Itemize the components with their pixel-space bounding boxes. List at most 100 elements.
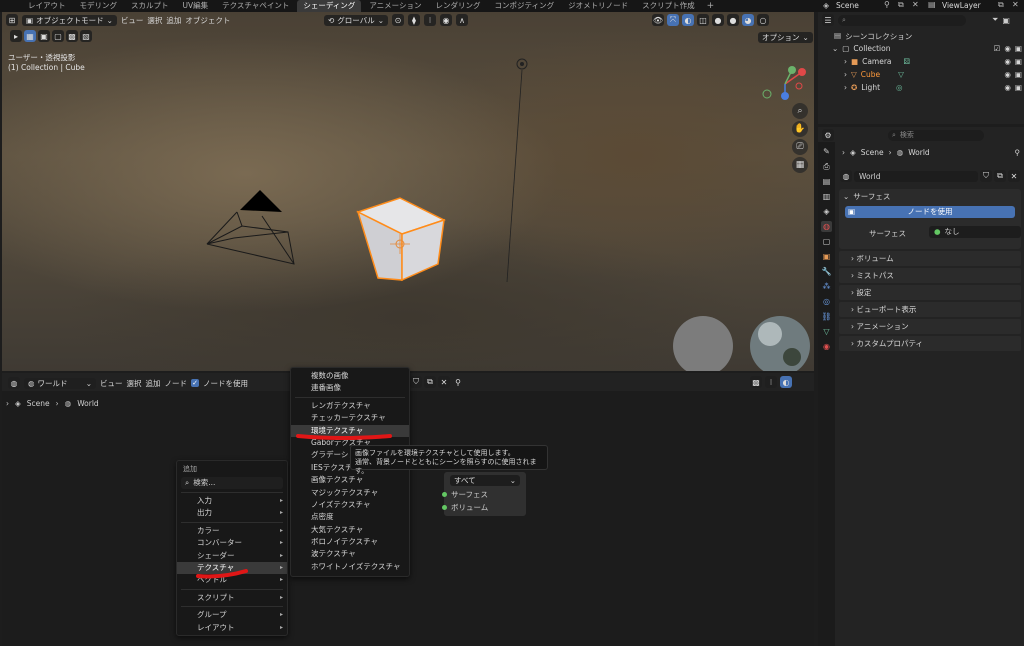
surface-shader-select[interactable]: ● なし	[929, 226, 1021, 238]
world-icon[interactable]: ◍	[840, 170, 852, 182]
outliner-collection-row[interactable]: ⌄ ▢ Collection ☑ ◉ ▣	[832, 44, 1022, 53]
world-tab-icon[interactable]: ◍	[821, 221, 832, 232]
close-icon[interactable]: ✕	[912, 0, 919, 9]
node-menu-node[interactable]: ノード	[165, 378, 188, 389]
copy-layer-icon[interactable]: ⧉	[998, 0, 1004, 10]
world-output-node[interactable]: すべて ⌄ サーフェス ボリューム	[442, 472, 526, 516]
close-layer-icon[interactable]: ✕	[1012, 0, 1019, 9]
add-menu-vector[interactable]: ベクトル ▸	[177, 574, 287, 586]
constraints-tab-icon[interactable]: ⛓	[821, 311, 832, 322]
eye-icon[interactable]: ◉	[1004, 70, 1011, 79]
eye-icon[interactable]: ◉	[1004, 44, 1011, 53]
tab-compositing[interactable]: コンポジティング	[489, 0, 561, 12]
tab-layout[interactable]: レイアウト	[22, 0, 72, 12]
output-target-select[interactable]: すべて ⌄	[450, 475, 520, 486]
tab-geometry-nodes[interactable]: ジオメトリノード	[562, 0, 634, 12]
eye-icon[interactable]: ◉	[1004, 83, 1011, 92]
outliner-item-camera[interactable]: › ■ Camera ⚄ ◉ ▣	[844, 57, 1022, 66]
close-icon[interactable]: ✕	[1008, 170, 1020, 182]
outliner-item-light[interactable]: › ✪ Light ◎ ◉ ▣	[844, 83, 1022, 92]
camera-render-icon[interactable]: ▣	[1015, 44, 1022, 53]
tool-tab-icon[interactable]: ✎	[821, 146, 832, 157]
panel-volume[interactable]: › ボリューム	[839, 251, 1021, 266]
view-layer-tab-icon[interactable]: ▥	[821, 191, 832, 202]
collection-tab-icon[interactable]: ▢	[821, 236, 832, 247]
add-menu-group[interactable]: グループ ▸	[177, 609, 287, 621]
node-menu-add[interactable]: 追加	[146, 378, 161, 389]
shield-icon[interactable]: ⛉	[980, 170, 992, 182]
editor-type-icon[interactable]: ☰	[822, 14, 834, 26]
tab-texture-paint[interactable]: テクスチャペイント	[216, 0, 295, 12]
use-nodes-button[interactable]: ▣ ノードを使用	[845, 206, 1015, 218]
world-name-field[interactable]: World	[854, 170, 978, 182]
world-select[interactable]: ◍ ワールド ⌄	[24, 377, 96, 389]
tab-uv[interactable]: UV編集	[177, 0, 215, 12]
camera-render-icon[interactable]: ▣	[1015, 57, 1022, 66]
pin-icon[interactable]: ⚲	[1015, 148, 1021, 157]
overlay-icon[interactable]: ◐	[780, 376, 792, 388]
copy-icon[interactable]: ⧉	[994, 170, 1006, 182]
tab-rendering[interactable]: レンダリング	[430, 0, 487, 12]
outliner-search-input[interactable]: ⌕	[838, 14, 966, 26]
close-icon[interactable]: ✕	[438, 376, 450, 388]
editor-type-icon[interactable]: ◍	[8, 377, 20, 389]
add-menu-color[interactable]: カラー ▸	[177, 525, 287, 537]
surface-socket[interactable]: サーフェス	[442, 489, 488, 500]
filter-icon[interactable]: ⏷	[992, 15, 998, 25]
particles-tab-icon[interactable]: ⁂	[821, 281, 832, 292]
zoom-icon[interactable]: ⌕	[792, 103, 808, 119]
material-tab-icon[interactable]: ◉	[821, 341, 832, 352]
add-menu-shader[interactable]: シェーダー ▸	[177, 550, 287, 562]
shield-icon[interactable]: ⛉	[410, 376, 422, 388]
view-layer-name[interactable]: ViewLayer	[942, 1, 981, 10]
tex-brick[interactable]: レンガテクスチャ	[291, 400, 409, 412]
tex-wave[interactable]: 波テクスチャ	[291, 548, 409, 560]
tex-voronoi[interactable]: ボロノイテクスチャ	[291, 536, 409, 548]
modifier-tab-icon[interactable]: 🔧	[821, 266, 832, 277]
tex-image-sequence-multi[interactable]: 複数の画像	[291, 370, 409, 382]
render-tab-icon[interactable]: ⎙	[821, 161, 832, 172]
tab-sculpt[interactable]: スカルプト	[125, 0, 175, 12]
scene-name[interactable]: Scene	[836, 1, 859, 10]
panel-viewport-display[interactable]: › ビューポート表示	[839, 302, 1021, 317]
tex-image-sequence[interactable]: 連番画像	[291, 382, 409, 394]
tex-checker[interactable]: チェッカーテクスチャ	[291, 412, 409, 424]
snap-icon[interactable]: ⁝	[765, 376, 777, 388]
tex-sky[interactable]: 大気テクスチャ	[291, 524, 409, 536]
add-workspace-button[interactable]: +	[703, 1, 719, 11]
properties-editor[interactable]: ⚙ ⌕ 検索 › ◈ Scene › ◍ World ⚲ ◍ World ⛉ ⧉ ✕ ⌄ サーフ…	[818, 127, 1024, 646]
pin-icon[interactable]: ⚲	[884, 0, 890, 9]
tab-scripting[interactable]: スクリプト作成	[636, 0, 701, 12]
use-nodes-checkbox[interactable]: ✓	[191, 379, 199, 387]
copy-icon[interactable]: ⧉	[424, 376, 436, 388]
add-menu-script[interactable]: スクリプト ▸	[177, 592, 287, 604]
add-menu-output[interactable]: 出力 ▸	[177, 507, 287, 519]
pin-icon[interactable]: ⚲	[452, 376, 464, 388]
outliner[interactable]: ☰ ⌕ ⏷ ▣ ▤ シーンコレクション ⌄ ▢ Collection ☑ ◉ ▣ › ■ Cam…	[818, 12, 1024, 124]
tab-animation[interactable]: アニメーション	[363, 0, 427, 12]
tex-environment[interactable]: 環境テクスチャ	[291, 424, 409, 437]
tab-shading[interactable]: シェーディング	[297, 0, 362, 12]
tex-magic[interactable]: マジックテクスチャ	[291, 487, 409, 499]
scene-tab-icon[interactable]: ◈	[821, 206, 832, 217]
panel-settings[interactable]: › 設定	[839, 285, 1021, 300]
panel-custom-properties[interactable]: › カスタムプロパティ	[839, 336, 1021, 351]
data-tab-icon[interactable]: ▽	[821, 326, 832, 337]
add-menu-layout[interactable]: レイアウト ▸	[177, 622, 287, 634]
camera-render-icon[interactable]: ▣	[1015, 83, 1022, 92]
tex-point-density[interactable]: 点密度	[291, 511, 409, 523]
tab-modeling[interactable]: モデリング	[74, 0, 124, 12]
3d-viewport[interactable]: ⊞ ▣ オブジェクトモード ⌄ ビュー 選択 追加 オブジェクト ⟲ グローバル ⌄ ⊙…	[2, 12, 814, 371]
outliner-root-row[interactable]: ▤ シーンコレクション	[834, 31, 912, 42]
camera-view-icon[interactable]: ⎚	[792, 139, 808, 155]
tex-white-noise[interactable]: ホワイトノイズテクスチャ	[291, 561, 409, 573]
node-menu-select[interactable]: 選択	[127, 378, 142, 389]
checkbox-icon[interactable]: ☑	[994, 44, 1001, 53]
pan-hand-icon[interactable]: ✋	[792, 121, 808, 137]
surface-panel-header[interactable]: ⌄ サーフェス	[839, 189, 1021, 204]
add-menu-texture[interactable]: テクスチャ ▸	[177, 561, 287, 575]
properties-search-input[interactable]: ⌕ 検索	[888, 129, 984, 141]
volume-socket[interactable]: ボリューム	[442, 502, 488, 513]
tex-noise[interactable]: ノイズテクスチャ	[291, 499, 409, 511]
perspective-grid-icon[interactable]: ▦	[792, 157, 808, 173]
